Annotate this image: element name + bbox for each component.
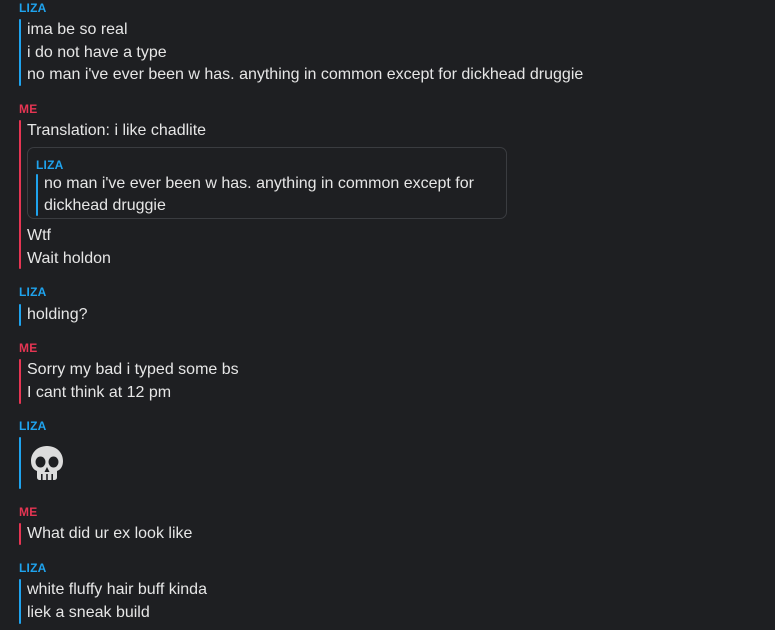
sender-label: LIZA — [19, 561, 47, 575]
sender-label: LIZA — [19, 1, 47, 15]
message-line[interactable]: I cant think at 12 pm — [27, 383, 171, 403]
message-line[interactable]: ima be so real — [27, 20, 128, 40]
sender-label: LIZA — [19, 419, 47, 433]
message-line[interactable]: i do not have a type — [27, 43, 167, 63]
message-line[interactable]: Wtf — [27, 226, 51, 246]
message-line[interactable]: What did ur ex look like — [27, 524, 192, 544]
sender-bar — [19, 523, 21, 545]
message-line[interactable]: Wait holdon — [27, 249, 111, 269]
message-line[interactable]: holding? — [27, 305, 88, 325]
message-line[interactable]: liek a sneak build — [27, 603, 150, 623]
quoted-line: no man i've ever been w has. anything in… — [44, 175, 474, 192]
sender-bar — [19, 437, 21, 489]
quoted-sender-bar — [36, 174, 38, 216]
message-line[interactable]: no man i've ever been w has. anything in… — [27, 65, 583, 85]
quoted-line: dickhead druggie — [44, 197, 166, 214]
sender-bar — [19, 120, 21, 269]
sender-label: LIZA — [19, 285, 47, 299]
quoted-message[interactable]: LIZA no man i've ever been w has. anythi… — [27, 147, 507, 219]
message-line[interactable]: white fluffy hair buff kinda — [27, 580, 207, 600]
sender-label: ME — [19, 341, 38, 355]
message-line[interactable]: Translation: i like chadlite — [27, 121, 206, 141]
skull-icon[interactable] — [27, 443, 67, 483]
sender-bar — [19, 359, 21, 404]
quoted-sender-label: LIZA — [36, 158, 64, 172]
sender-bar — [19, 579, 21, 624]
chat-transcript: LIZA ima be so real i do not have a type… — [0, 0, 775, 630]
sender-bar — [19, 19, 21, 86]
sender-label: ME — [19, 505, 38, 519]
sender-bar — [19, 304, 21, 326]
sender-label: ME — [19, 102, 38, 116]
message-line[interactable]: Sorry my bad i typed some bs — [27, 360, 239, 380]
